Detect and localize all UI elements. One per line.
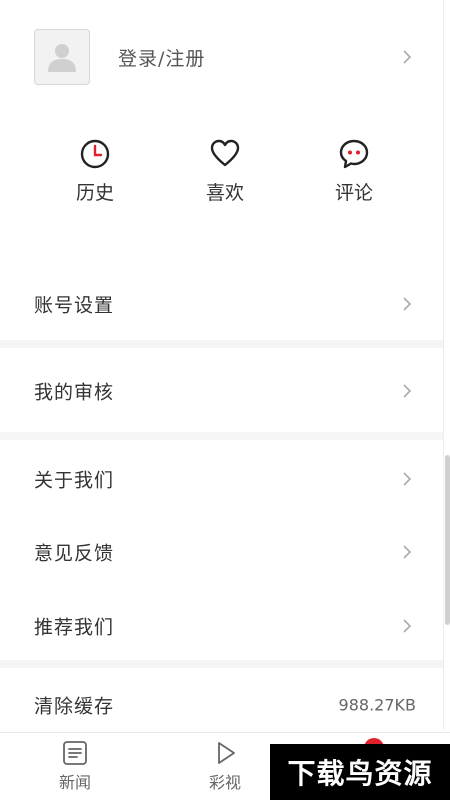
heart-icon xyxy=(210,139,240,167)
menu-feedback-label: 意见反馈 xyxy=(34,542,115,565)
news-icon xyxy=(63,741,87,765)
section-divider xyxy=(0,340,444,348)
tab-news-label: 新闻 xyxy=(58,773,91,792)
tab-video-label: 彩视 xyxy=(208,773,241,792)
menu-about-us-label: 关于我们 xyxy=(34,469,115,492)
tab-video[interactable]: 彩视 xyxy=(190,739,260,793)
quick-like-label: 喜欢 xyxy=(205,182,244,204)
quick-comment[interactable]: 评论 xyxy=(309,130,399,220)
section-divider xyxy=(0,660,444,668)
chevron-right-icon xyxy=(400,619,414,633)
quick-history-label: 历史 xyxy=(75,182,114,204)
play-icon xyxy=(218,742,235,764)
tab-news[interactable]: 新闻 xyxy=(40,739,110,793)
quick-history[interactable]: 历史 xyxy=(50,130,140,220)
cache-size-value: 988.27KB xyxy=(338,695,416,715)
avatar[interactable] xyxy=(34,29,90,85)
menu-recommend-us-label: 推荐我们 xyxy=(34,616,115,639)
login-register-label: 登录/注册 xyxy=(118,48,206,70)
menu-my-review-label: 我的审核 xyxy=(34,381,115,404)
menu-my-review[interactable]: 我的审核 xyxy=(0,359,444,423)
chevron-right-icon xyxy=(400,297,414,311)
content-edge-line xyxy=(443,0,444,730)
menu-recommend-us[interactable]: 推荐我们 xyxy=(0,594,444,658)
chevron-right-icon xyxy=(400,384,414,398)
watermark-text: 下载鸟资源 xyxy=(287,757,433,790)
quick-like[interactable]: 喜欢 xyxy=(180,130,270,220)
watermark-logo: 下载鸟资源 xyxy=(270,744,450,800)
scrollbar[interactable] xyxy=(445,455,450,625)
menu-about-us[interactable]: 关于我们 xyxy=(0,447,444,511)
menu-clear-cache-label: 清除缓存 xyxy=(34,695,115,718)
clock-icon xyxy=(80,139,110,169)
menu-clear-cache[interactable]: 清除缓存 988.27KB xyxy=(0,673,444,737)
user-placeholder-icon xyxy=(48,44,76,72)
section-divider xyxy=(0,432,444,440)
chevron-right-icon xyxy=(400,472,414,486)
comment-icon xyxy=(339,139,369,169)
quick-comment-label: 评论 xyxy=(334,182,373,204)
login-register-row[interactable]: 登录/注册 xyxy=(0,0,444,115)
menu-account-settings-label: 账号设置 xyxy=(34,294,115,317)
quick-actions: 历史 喜欢 评论 xyxy=(0,130,444,220)
chevron-right-icon xyxy=(400,50,414,64)
chevron-right-icon xyxy=(400,545,414,559)
menu-feedback[interactable]: 意见反馈 xyxy=(0,520,444,584)
menu-account-settings[interactable]: 账号设置 xyxy=(0,272,444,336)
